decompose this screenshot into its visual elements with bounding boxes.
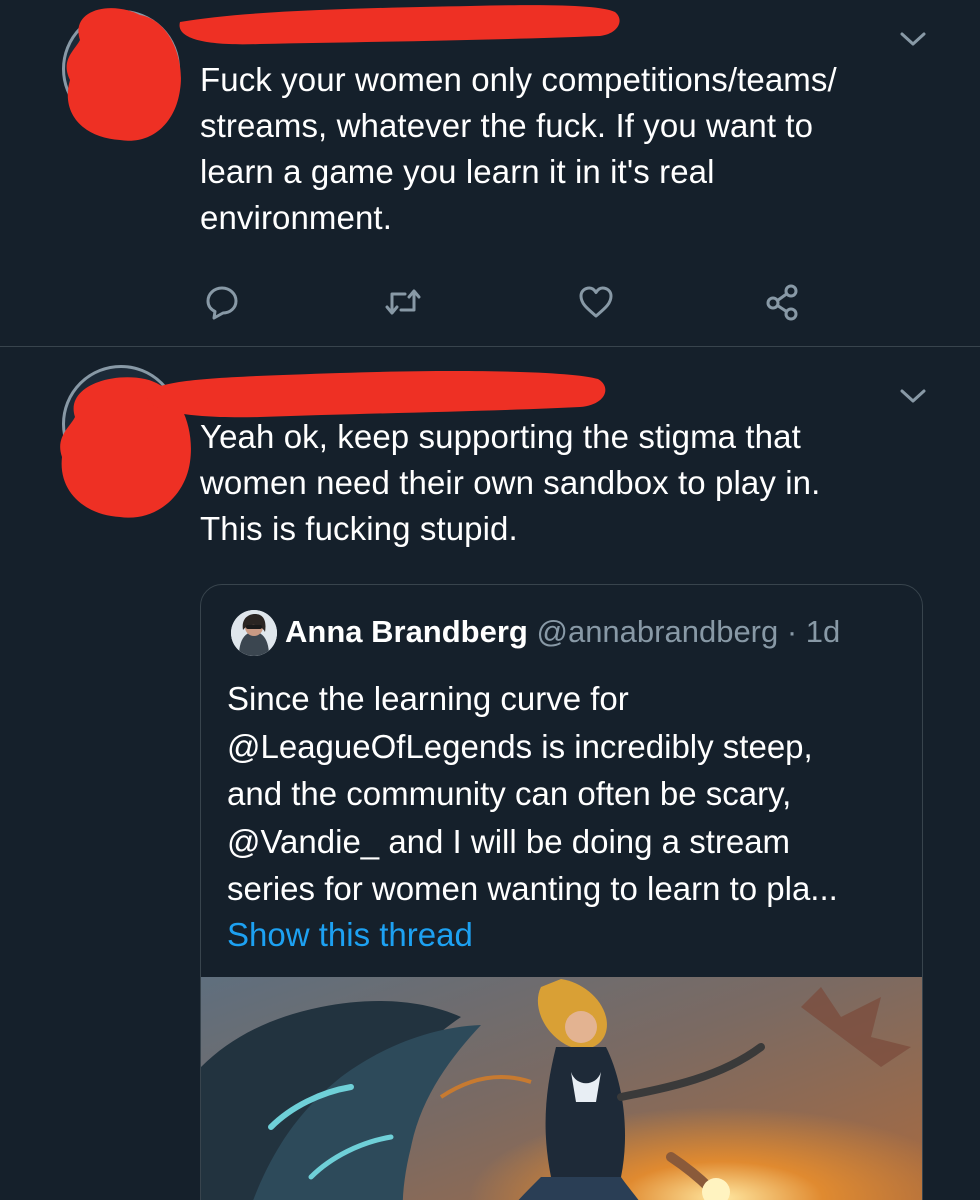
quoted-text-line: @Vandie_ and I will be doing a stream bbox=[227, 822, 791, 860]
redaction-username bbox=[179, 5, 620, 45]
retweet-icon[interactable] bbox=[383, 282, 423, 322]
quoted-text-line: series for women wanting to learn to pla… bbox=[227, 870, 838, 907]
chevron-down-icon[interactable] bbox=[898, 28, 928, 50]
tweet-text-line: learn a game you learn it in it's real bbox=[200, 153, 715, 190]
quoted-tweet-text: Since the learning curve for @LeagueOfLe… bbox=[227, 675, 838, 913]
heart-icon[interactable] bbox=[576, 282, 616, 322]
tweet-text: Fuck your women only competitions/teams/… bbox=[200, 57, 837, 241]
quoted-text-line: and the community can often be scary, bbox=[227, 775, 792, 812]
quoted-tweet-card[interactable]: Anna Brandberg @annabrandberg · 1d Since… bbox=[200, 584, 923, 1200]
quoted-tweet-header: Anna Brandberg @annabrandberg · 1d bbox=[285, 612, 840, 652]
tweet-1[interactable]: Fuck your women only competitions/teams/… bbox=[0, 0, 980, 346]
show-thread-link[interactable]: Show this thread bbox=[227, 912, 473, 958]
chevron-down-icon[interactable] bbox=[898, 385, 928, 407]
tweet-text: Yeah ok, keep supporting the stigma that… bbox=[200, 414, 820, 552]
quoted-tweet-image[interactable] bbox=[201, 977, 922, 1200]
reply-icon[interactable] bbox=[202, 282, 242, 322]
tweet-text-line: Yeah ok, keep supporting the stigma that bbox=[200, 418, 801, 455]
tweet-text-line: This is fucking stupid. bbox=[200, 510, 518, 547]
avatar-image bbox=[231, 610, 277, 656]
quoted-tweet-time: · 1d bbox=[786, 614, 841, 649]
tweet-text-line: streams, whatever the fuck. If you want … bbox=[200, 107, 814, 144]
quoted-text-line: @LeagueOfLegends is incredibly steep, bbox=[227, 727, 813, 765]
tweet-actions bbox=[200, 282, 820, 322]
quoted-author-handle[interactable]: @annabrandberg bbox=[536, 614, 778, 649]
share-icon[interactable] bbox=[763, 282, 803, 322]
tweet-text-line: Fuck your women only competitions/teams/ bbox=[200, 61, 837, 98]
tweet-text-line: environment. bbox=[200, 199, 392, 236]
game-artwork-image bbox=[201, 977, 922, 1200]
quoted-author-name[interactable]: Anna Brandberg bbox=[285, 614, 528, 649]
quoted-text-line: Since the learning curve for bbox=[227, 680, 629, 717]
tweet-text-line: women need their own sandbox to play in. bbox=[200, 464, 821, 501]
quoted-author-avatar[interactable] bbox=[231, 610, 277, 656]
tweet-2[interactable]: Yeah ok, keep supporting the stigma that… bbox=[0, 347, 980, 1200]
